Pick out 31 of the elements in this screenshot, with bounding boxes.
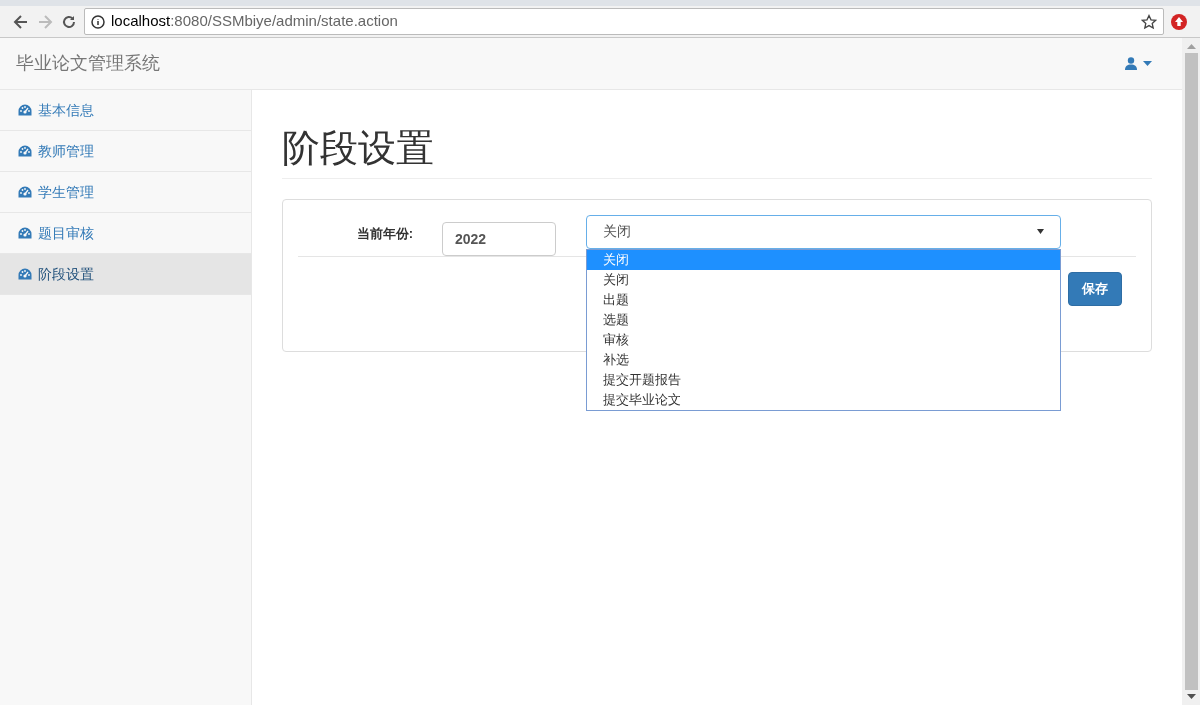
- save-button[interactable]: 保存: [1068, 271, 1122, 306]
- dropdown-option[interactable]: 提交开题报告: [587, 369, 1060, 390]
- stage-select[interactable]: 关闭: [586, 214, 1061, 249]
- brand-title[interactable]: 毕业论文管理系统: [16, 50, 160, 77]
- scroll-down-icon[interactable]: [1186, 694, 1196, 699]
- info-icon: [91, 14, 105, 29]
- scrollbar[interactable]: [1182, 38, 1200, 705]
- star-icon[interactable]: [1141, 13, 1157, 30]
- dashboard-icon: [18, 268, 32, 280]
- page-heading: 阶段设置: [282, 126, 1152, 179]
- field-label: 当前年份:: [355, 224, 413, 243]
- year-field[interactable]: 2022: [442, 221, 556, 256]
- sidebar-item[interactable]: 阶段设置: [0, 254, 251, 295]
- user-menu[interactable]: [1125, 57, 1152, 70]
- extension-icon[interactable]: [1170, 12, 1188, 31]
- url-text: localhost:8080/SSMbiye/admin/state.action: [111, 11, 399, 32]
- user-icon: [1125, 57, 1137, 70]
- address-bar[interactable]: localhost:8080/SSMbiye/admin/state.action: [84, 8, 1164, 35]
- dashboard-icon: [18, 227, 32, 239]
- dropdown-option[interactable]: 关闭: [587, 269, 1060, 290]
- dashboard-icon: [18, 145, 32, 157]
- dropdown-option[interactable]: 审核: [587, 329, 1060, 350]
- dashboard-icon: [18, 186, 32, 198]
- dashboard-icon: [18, 104, 32, 116]
- back-icon[interactable]: [12, 12, 30, 31]
- caret-icon: [1143, 61, 1152, 66]
- dropdown-option[interactable]: 出题: [587, 289, 1060, 310]
- dropdown-option[interactable]: 选题: [587, 309, 1060, 330]
- dropdown-option[interactable]: 提交毕业论文: [587, 389, 1060, 410]
- dropdown-option[interactable]: 补选: [587, 349, 1060, 370]
- dropdown-arrow-icon: [1037, 229, 1044, 235]
